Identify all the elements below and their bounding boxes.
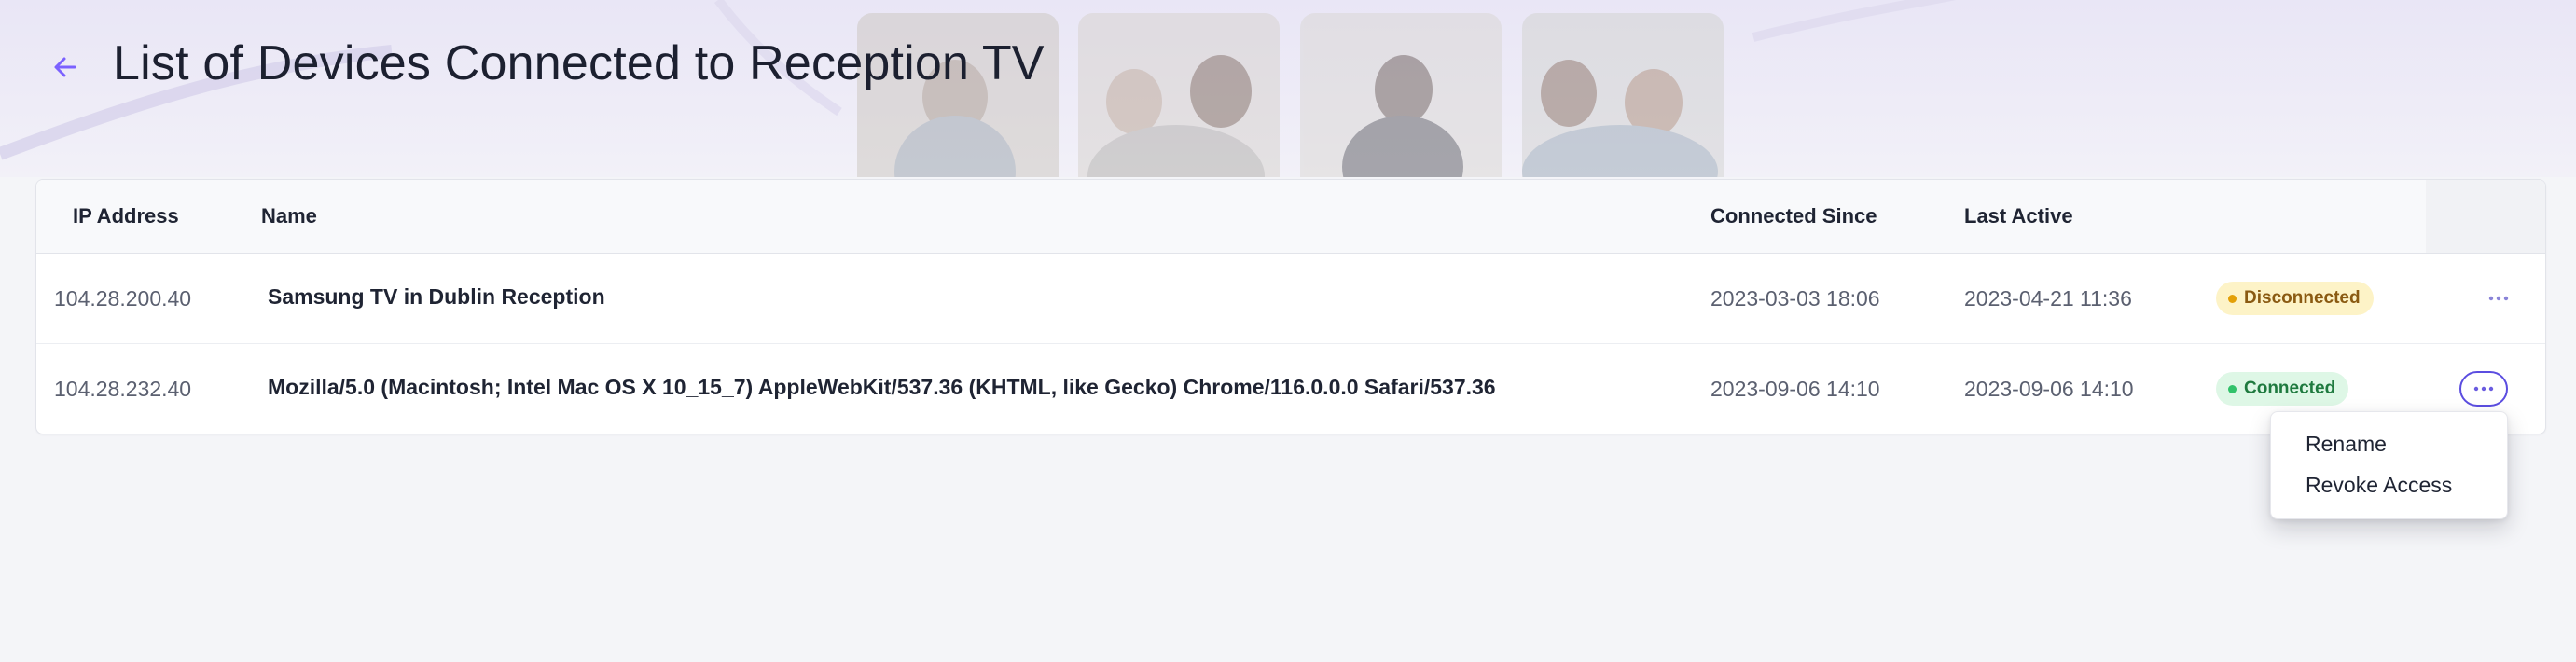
column-header-connected-since: Connected Since [1710,204,1877,228]
column-header-ip: IP Address [73,204,179,228]
status-dot [2228,295,2237,303]
device-name: Mozilla/5.0 (Macintosh; Intel Mac OS X 1… [268,375,1496,399]
ip-address: 104.28.232.40 [54,377,192,401]
table-row: 104.28.232.40 Mozilla/5.0 (Macintosh; In… [36,344,2545,434]
status-badge: Connected [2216,372,2349,406]
actions-column-header [2426,180,2545,253]
device-name: Samsung TV in Dublin Reception [268,284,605,309]
team-photo-3 [1300,13,1502,177]
table-row: 104.28.200.40 Samsung TV in Dublin Recep… [36,254,2545,344]
column-header-last-active: Last Active [1964,204,2073,228]
last-active: 2023-09-06 14:10 [1964,377,2134,401]
page-title: List of Devices Connected to Reception T… [113,36,1045,90]
status-label: Connected [2244,379,2336,398]
connected-since: 2023-03-03 18:06 [1710,286,1880,310]
status-dot [2228,385,2237,393]
status-badge: Disconnected [2216,282,2374,315]
menu-item-revoke-access[interactable]: Revoke Access [2271,464,2507,505]
last-active: 2023-04-21 11:36 [1964,286,2132,310]
row-actions-button[interactable] [2474,281,2523,316]
more-horizontal-icon [2488,296,2509,301]
arrow-left-icon [54,57,76,77]
table-header: IP Address Name Connected Since Last Act… [36,180,2545,254]
connected-since: 2023-09-06 14:10 [1710,377,1880,401]
row-actions-menu: Rename Revoke Access [2270,411,2508,519]
back-button[interactable] [45,47,86,88]
more-horizontal-icon [2473,386,2494,392]
row-actions-button[interactable] [2459,371,2508,407]
team-photo-2 [1078,13,1280,177]
devices-table: IP Address Name Connected Since Last Act… [35,179,2546,434]
status-label: Disconnected [2244,288,2361,308]
ip-address: 104.28.200.40 [54,286,192,310]
team-photo-4 [1522,13,1724,177]
column-header-name: Name [261,204,317,228]
menu-item-rename[interactable]: Rename [2271,423,2507,464]
